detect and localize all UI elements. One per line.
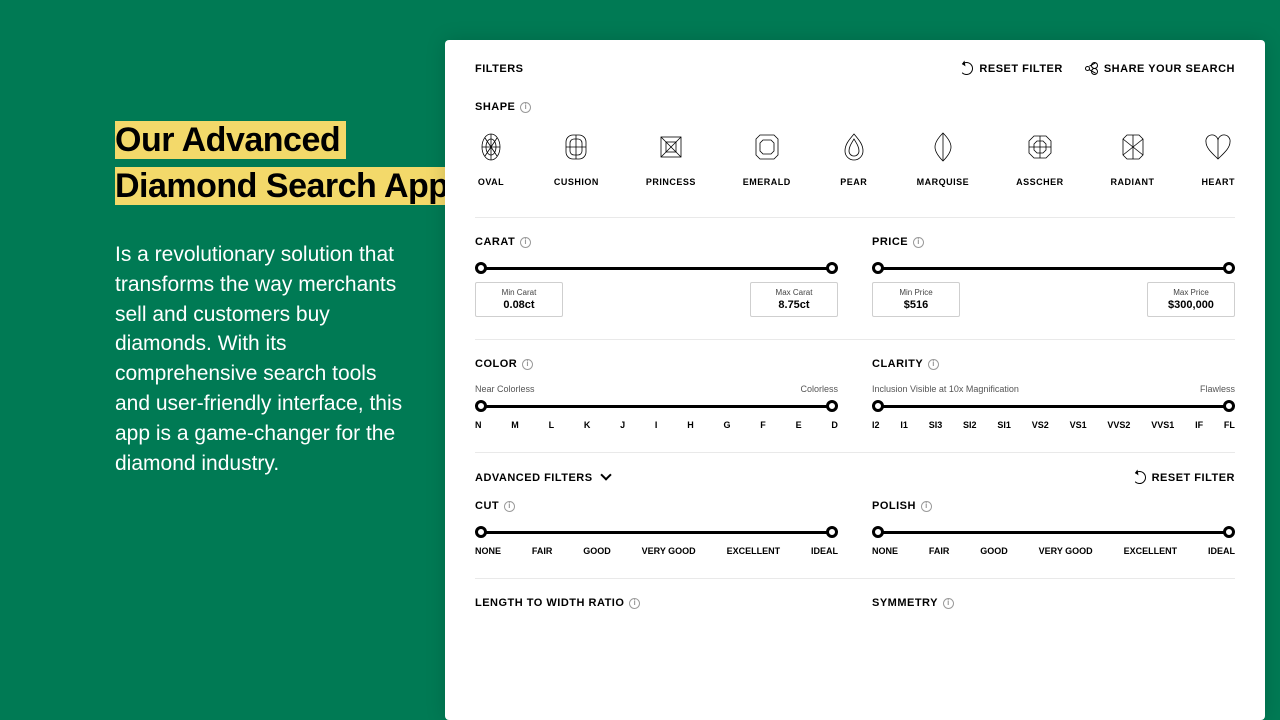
slider-handle[interactable] bbox=[1223, 400, 1235, 412]
carat-label: CARAT bbox=[475, 236, 515, 248]
oval-icon bbox=[475, 131, 507, 163]
pear-icon bbox=[838, 131, 870, 163]
refresh-icon bbox=[960, 62, 973, 75]
ratio-label: LENGTH TO WIDTH RATIO bbox=[475, 597, 624, 609]
cut-slider[interactable] bbox=[475, 526, 838, 538]
princess-icon bbox=[655, 131, 687, 163]
chevron-down-icon bbox=[600, 469, 611, 480]
shape-label-emerald: EMERALD bbox=[743, 177, 791, 187]
shape-label-pear: PEAR bbox=[840, 177, 867, 187]
shape-label-cushion: CUSHION bbox=[554, 177, 599, 187]
clarity-label: CLARITY bbox=[872, 358, 923, 370]
share-search-label: SHARE YOUR SEARCH bbox=[1104, 63, 1235, 75]
shape-radiant[interactable]: RADIANT bbox=[1111, 131, 1155, 187]
share-icon bbox=[1085, 62, 1098, 75]
slider-handle[interactable] bbox=[826, 262, 838, 274]
asscher-icon bbox=[1024, 131, 1056, 163]
emerald-icon bbox=[751, 131, 783, 163]
advanced-filters-toggle[interactable]: ADVANCED FILTERS bbox=[475, 472, 610, 484]
filters-heading: FILTERS bbox=[475, 63, 524, 75]
shape-pear[interactable]: PEAR bbox=[838, 131, 870, 187]
shapes-row: OVAL CUSHION PRINCESS EMERALD PEAR MARQU… bbox=[475, 131, 1235, 187]
shape-label-princess: PRINCESS bbox=[646, 177, 696, 187]
info-icon[interactable]: i bbox=[629, 598, 640, 609]
info-icon[interactable]: i bbox=[520, 102, 531, 113]
clarity-ticks: I2I1SI3SI2SI1VS2VS1VVS2VVS1IFFL bbox=[872, 420, 1235, 430]
info-icon[interactable]: i bbox=[943, 598, 954, 609]
headline-line2: Diamond Search App bbox=[115, 167, 455, 205]
radiant-icon bbox=[1117, 131, 1149, 163]
color-slider[interactable] bbox=[475, 400, 838, 412]
shape-heart[interactable]: HEART bbox=[1201, 131, 1235, 187]
slider-handle[interactable] bbox=[475, 526, 487, 538]
cut-label: CUT bbox=[475, 500, 499, 512]
max-price-input[interactable]: Max Price$300,000 bbox=[1147, 282, 1235, 317]
headline-line1: Our Advanced bbox=[115, 121, 346, 159]
slider-handle[interactable] bbox=[872, 262, 884, 274]
reset-advanced-label: RESET FILTER bbox=[1152, 472, 1235, 484]
slider-handle[interactable] bbox=[872, 400, 884, 412]
shape-marquise[interactable]: MARQUISE bbox=[917, 131, 970, 187]
shape-asscher[interactable]: ASSCHER bbox=[1016, 131, 1064, 187]
info-icon[interactable]: i bbox=[921, 501, 932, 512]
shape-emerald[interactable]: EMERALD bbox=[743, 131, 791, 187]
marquise-icon bbox=[927, 131, 959, 163]
polish-ticks: NONEFAIRGOODVERY GOODEXCELLENTIDEAL bbox=[872, 546, 1235, 556]
price-slider[interactable] bbox=[872, 262, 1235, 274]
shape-princess[interactable]: PRINCESS bbox=[646, 131, 696, 187]
promo-headline: Our Advanced Diamond Search App bbox=[115, 118, 455, 210]
clarity-hint-left: Inclusion Visible at 10x Magnification bbox=[872, 384, 1019, 394]
cushion-icon bbox=[560, 131, 592, 163]
reset-filter-label: RESET FILTER bbox=[979, 63, 1062, 75]
shape-label: SHAPE bbox=[475, 101, 515, 113]
slider-handle[interactable] bbox=[475, 400, 487, 412]
slider-handle[interactable] bbox=[1223, 262, 1235, 274]
reset-advanced-filter-button[interactable]: RESET FILTER bbox=[1133, 471, 1235, 484]
shape-label-asscher: ASSCHER bbox=[1016, 177, 1064, 187]
info-icon[interactable]: i bbox=[520, 237, 531, 248]
max-carat-input[interactable]: Max Carat8.75ct bbox=[750, 282, 838, 317]
shape-label-heart: HEART bbox=[1201, 177, 1235, 187]
clarity-hint-right: Flawless bbox=[1200, 384, 1235, 394]
share-search-button[interactable]: SHARE YOUR SEARCH bbox=[1085, 62, 1235, 75]
slider-handle[interactable] bbox=[475, 262, 487, 274]
color-hint-right: Colorless bbox=[800, 384, 838, 394]
shape-label-oval: OVAL bbox=[478, 177, 504, 187]
info-icon[interactable]: i bbox=[913, 237, 924, 248]
refresh-icon bbox=[1133, 471, 1146, 484]
cut-ticks: NONEFAIRGOODVERY GOODEXCELLENTIDEAL bbox=[475, 546, 838, 556]
min-carat-input[interactable]: Min Carat0.08ct bbox=[475, 282, 563, 317]
shape-cushion[interactable]: CUSHION bbox=[554, 131, 599, 187]
shape-oval[interactable]: OVAL bbox=[475, 131, 507, 187]
info-icon[interactable]: i bbox=[928, 359, 939, 370]
clarity-slider[interactable] bbox=[872, 400, 1235, 412]
info-icon[interactable]: i bbox=[522, 359, 533, 370]
polish-label: POLISH bbox=[872, 500, 916, 512]
info-icon[interactable]: i bbox=[504, 501, 515, 512]
slider-handle[interactable] bbox=[826, 526, 838, 538]
heart-icon bbox=[1202, 131, 1234, 163]
color-label: COLOR bbox=[475, 358, 517, 370]
min-price-input[interactable]: Min Price$516 bbox=[872, 282, 960, 317]
filters-panel: FILTERS RESET FILTER SHARE YOUR SEARCH S… bbox=[445, 40, 1265, 720]
shape-label-radiant: RADIANT bbox=[1111, 177, 1155, 187]
price-label: PRICE bbox=[872, 236, 908, 248]
promo-subtext: Is a revolutionary solution that transfo… bbox=[115, 240, 410, 479]
slider-handle[interactable] bbox=[826, 400, 838, 412]
shape-label-marquise: MARQUISE bbox=[917, 177, 970, 187]
color-hint-left: Near Colorless bbox=[475, 384, 535, 394]
carat-slider[interactable] bbox=[475, 262, 838, 274]
slider-handle[interactable] bbox=[872, 526, 884, 538]
polish-slider[interactable] bbox=[872, 526, 1235, 538]
color-ticks: NMLKJIHGFED bbox=[475, 420, 838, 430]
symmetry-label: SYMMETRY bbox=[872, 597, 938, 609]
reset-filter-button[interactable]: RESET FILTER bbox=[960, 62, 1062, 75]
slider-handle[interactable] bbox=[1223, 526, 1235, 538]
